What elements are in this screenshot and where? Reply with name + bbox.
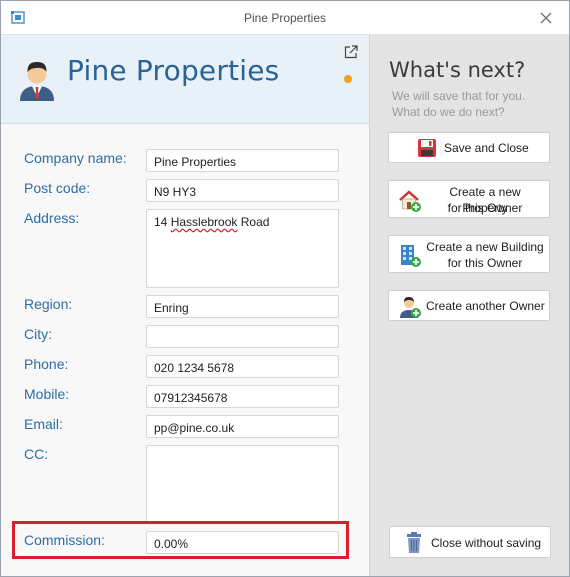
company-title: Pine Properties — [67, 54, 280, 87]
create-building-button[interactable]: Create a new Building for this Owner — [388, 235, 550, 273]
city-label: City: — [24, 326, 52, 342]
create-building-label-line1: Create a new Building — [426, 240, 544, 254]
create-property-button[interactable]: Create a new Property for this Owner — [388, 180, 550, 218]
create-building-label-line2: for this Owner — [447, 256, 523, 270]
email-label: Email: — [24, 416, 63, 432]
address-label: Address: — [24, 210, 80, 226]
phone-label: Phone: — [24, 356, 69, 372]
email-field[interactable]: pp@pine.co.uk — [146, 415, 339, 438]
cc-field[interactable] — [146, 445, 339, 523]
create-owner-label: Create another Owner — [426, 299, 545, 313]
owner-window: Pine Properties Pine Properties Company … — [0, 0, 570, 577]
next-title: What's next? — [389, 58, 526, 82]
region-label: Region: — [24, 296, 73, 312]
house-add-icon — [399, 190, 421, 212]
person-add-icon — [400, 297, 421, 318]
mobile-label: Mobile: — [24, 386, 70, 402]
city-field[interactable] — [146, 325, 339, 348]
next-subtitle-line2: What do we do next? — [392, 105, 505, 119]
status-dot — [344, 75, 352, 83]
post-code-label: Post code: — [24, 180, 91, 196]
region-field[interactable]: Enring — [146, 295, 339, 318]
close-icon[interactable] — [537, 9, 555, 27]
trash-icon — [407, 532, 421, 553]
owner-form-panel: Pine Properties Company name: Pine Prope… — [1, 35, 370, 576]
person-icon — [20, 62, 54, 101]
floppy-disk-icon — [418, 139, 436, 157]
mobile-field[interactable]: 07912345678 — [146, 385, 339, 408]
close-without-saving-label: Close without saving — [431, 536, 542, 550]
title-bar: Pine Properties — [1, 1, 569, 35]
commission-label: Commission: — [24, 532, 105, 548]
save-and-close-button[interactable]: Save and Close — [388, 132, 550, 163]
owner-header: Pine Properties — [1, 35, 369, 124]
create-owner-button[interactable]: Create another Owner — [388, 290, 550, 321]
company-name-field[interactable]: Pine Properties — [146, 149, 339, 172]
phone-field[interactable]: 020 1234 5678 — [146, 355, 339, 378]
cc-label: CC: — [24, 446, 49, 462]
address-text-suffix: Road — [237, 215, 270, 229]
popout-icon[interactable] — [344, 45, 358, 59]
next-actions-panel: What's next? We will save that for you. … — [370, 35, 569, 576]
save-and-close-label: Save and Close — [444, 141, 529, 155]
address-misspelled-word: Hasslebrook — [170, 215, 238, 229]
address-text-prefix: 14 — [154, 215, 171, 229]
company-name-label: Company name: — [24, 150, 127, 166]
commission-field[interactable]: 0.00% — [146, 531, 339, 554]
create-property-label-line2: for this Owner — [447, 201, 523, 215]
address-field[interactable]: 14 Hasslebrook Road — [146, 209, 339, 288]
close-without-saving-button[interactable]: Close without saving — [389, 526, 551, 558]
post-code-field[interactable]: N9 HY3 — [146, 179, 339, 202]
window-title: Pine Properties — [243, 11, 327, 25]
building-add-icon — [401, 245, 421, 267]
next-subtitle-line1: We will save that for you. — [392, 89, 526, 103]
